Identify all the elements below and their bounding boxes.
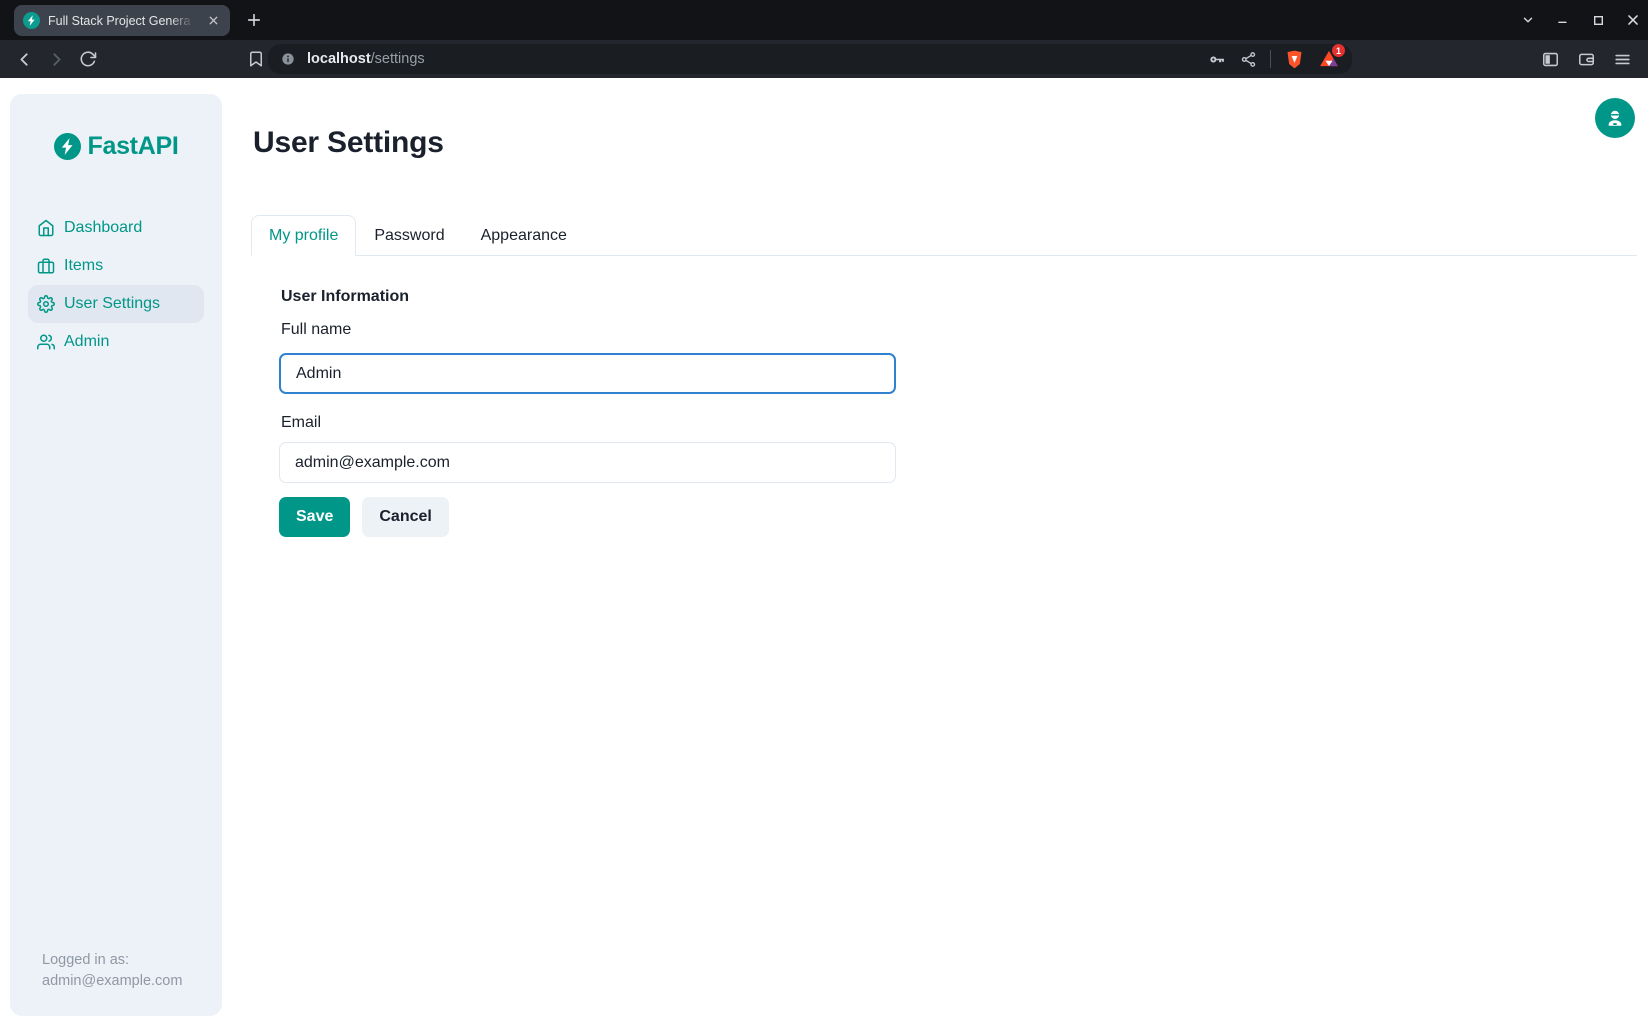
address-bar[interactable]: localhost/settings 1 — [268, 44, 1352, 74]
menu-icon[interactable] — [1606, 43, 1638, 75]
cancel-button[interactable]: Cancel — [362, 497, 448, 537]
full-name-input[interactable] — [279, 353, 896, 394]
browser-window: Full Stack Project Genera — [0, 0, 1648, 1025]
tab-my-profile[interactable]: My profile — [251, 215, 356, 256]
url-text: localhost/settings — [307, 51, 1208, 67]
home-icon — [37, 219, 55, 237]
close-window-icon[interactable] — [1626, 13, 1640, 27]
settings-tabs: My profile Password Appearance — [251, 215, 1637, 256]
full-name-label: Full name — [281, 321, 351, 339]
key-icon[interactable] — [1208, 50, 1227, 69]
url-host: localhost — [307, 51, 371, 67]
section-title: User Information — [281, 288, 409, 306]
brave-shield-icon[interactable] — [1284, 49, 1305, 70]
browser-titlebar: Full Stack Project Genera — [0, 0, 1648, 40]
sidebar-item-items[interactable]: Items — [28, 247, 204, 285]
app-page: FastAPI Dashboard Items — [0, 78, 1648, 1025]
user-avatar-icon — [1604, 107, 1626, 129]
users-icon — [37, 333, 55, 351]
sidebar: FastAPI Dashboard Items — [10, 94, 222, 1016]
gear-icon — [37, 295, 55, 313]
maximize-icon[interactable] — [1591, 13, 1605, 27]
fastapi-bolt-icon — [54, 133, 81, 160]
wallet-icon[interactable] — [1570, 43, 1602, 75]
browser-toolbar: localhost/settings 1 — [0, 40, 1648, 78]
forward-icon[interactable] — [40, 43, 72, 75]
toolbar-divider — [1270, 50, 1271, 68]
brave-rewards-icon[interactable]: 1 — [1318, 48, 1340, 70]
tab-appearance[interactable]: Appearance — [463, 215, 585, 256]
back-icon[interactable] — [8, 43, 40, 75]
logged-in-label: Logged in as: — [42, 950, 182, 971]
sidebar-item-user-settings[interactable]: User Settings — [28, 285, 204, 323]
sidebar-item-label: User Settings — [64, 295, 160, 313]
logged-in-info: Logged in as: admin@example.com — [42, 950, 182, 992]
page-title: User Settings — [253, 126, 444, 160]
sidebar-item-label: Admin — [64, 333, 109, 351]
logged-in-email: admin@example.com — [42, 971, 182, 992]
side-panel-icon[interactable] — [1534, 43, 1566, 75]
site-info-icon[interactable] — [280, 51, 296, 67]
email-label: Email — [281, 414, 321, 432]
rewards-badge: 1 — [1332, 44, 1345, 57]
email-input[interactable] — [279, 442, 896, 483]
url-path: /settings — [371, 51, 425, 67]
new-tab-button[interactable] — [243, 9, 265, 31]
sidebar-item-admin[interactable]: Admin — [28, 323, 204, 361]
tab-title: Full Stack Project Genera — [48, 14, 197, 28]
window-controls — [1521, 0, 1640, 40]
sidebar-nav: Dashboard Items User Settings — [28, 209, 204, 361]
briefcase-icon — [37, 257, 55, 275]
reload-icon[interactable] — [72, 43, 104, 75]
tab-close-icon[interactable] — [205, 13, 221, 29]
sidebar-item-dashboard[interactable]: Dashboard — [28, 209, 204, 247]
fastapi-favicon-icon — [23, 12, 40, 29]
user-avatar-button[interactable] — [1595, 98, 1635, 138]
share-icon[interactable] — [1240, 51, 1257, 68]
fastapi-logo: FastAPI — [28, 132, 204, 161]
save-button[interactable]: Save — [279, 497, 350, 537]
logo-text: FastAPI — [88, 132, 179, 161]
sidebar-item-label: Dashboard — [64, 219, 142, 237]
form-actions: Save Cancel — [279, 497, 449, 537]
minimize-icon[interactable] — [1556, 13, 1570, 27]
tab-password[interactable]: Password — [356, 215, 462, 256]
browser-tab[interactable]: Full Stack Project Genera — [14, 5, 230, 36]
sidebar-item-label: Items — [64, 257, 103, 275]
chevron-down-icon[interactable] — [1521, 13, 1535, 27]
